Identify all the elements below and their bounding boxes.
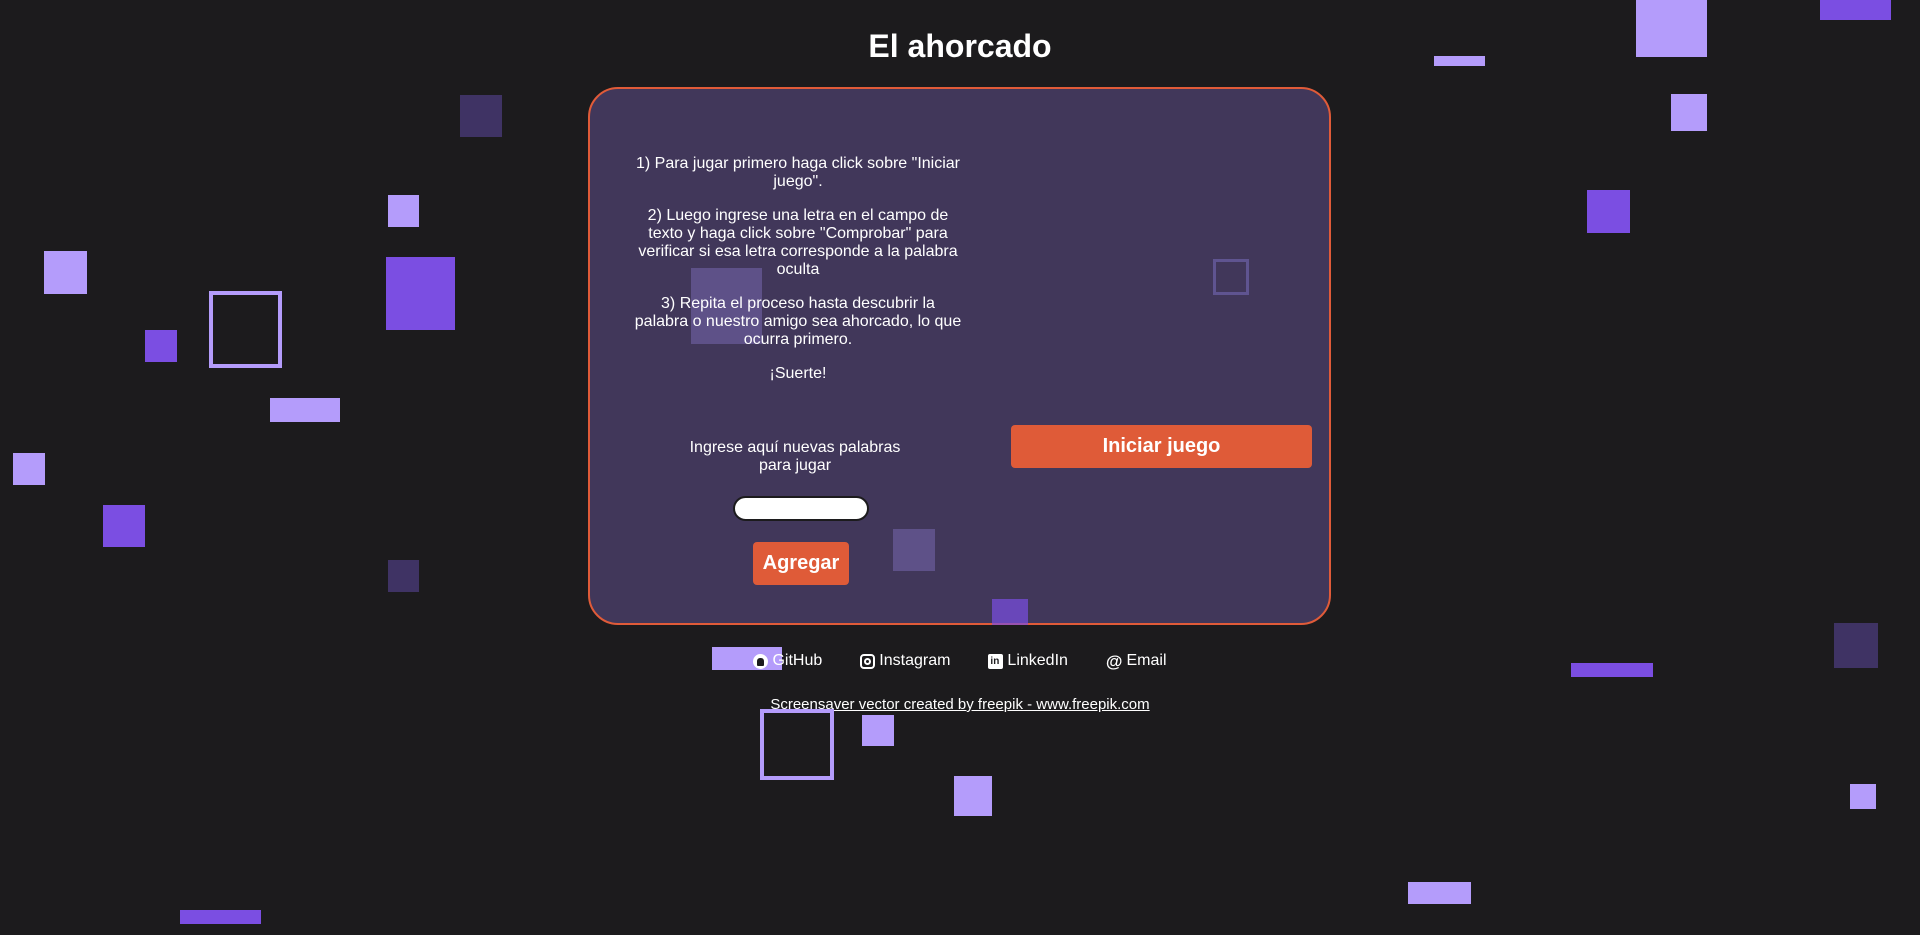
decorative-square bbox=[388, 560, 419, 592]
linkedin-label: LinkedIn bbox=[1007, 652, 1068, 669]
instruction-step-2: 2) Luego ingrese una letra en el campo d… bbox=[638, 207, 958, 278]
decorative-square bbox=[1587, 190, 1630, 233]
decorative-square bbox=[1820, 0, 1891, 20]
email-label: Email bbox=[1126, 652, 1167, 669]
decorative-square bbox=[103, 505, 145, 547]
decorative-square bbox=[460, 95, 502, 137]
add-word-label: Ingrese aquí nuevas palabras para jugar bbox=[689, 439, 901, 474]
add-word-button[interactable]: Agregar bbox=[753, 542, 849, 585]
game-card: 1) Para jugar primero haga click sobre "… bbox=[588, 87, 1331, 625]
decorative-square bbox=[1850, 784, 1876, 809]
decorative-square bbox=[992, 599, 1028, 625]
decorative-square bbox=[893, 529, 935, 571]
github-label: GitHub bbox=[772, 652, 823, 669]
linkedin-icon bbox=[988, 653, 1004, 669]
decorative-square bbox=[13, 453, 45, 485]
decorative-square bbox=[954, 776, 992, 816]
instruction-step-3: 3) Repita el proceso hasta descubrir la … bbox=[634, 295, 962, 348]
footer-credit: Screensaver vector created by freepik - … bbox=[0, 695, 1920, 715]
page-title: El ahorcado bbox=[868, 28, 1052, 64]
decorative-square bbox=[270, 398, 340, 422]
good-luck-text: ¡Suerte! bbox=[769, 365, 827, 382]
decorative-square bbox=[145, 330, 177, 362]
decorative-square-outline bbox=[209, 291, 282, 368]
at-icon: @ bbox=[1105, 651, 1123, 671]
decorative-square bbox=[386, 257, 455, 330]
new-word-input[interactable] bbox=[733, 496, 869, 521]
instructions: 1) Para jugar primero haga click sobre "… bbox=[633, 155, 963, 399]
instagram-link[interactable]: Instagram bbox=[860, 651, 950, 671]
decorative-square-outline bbox=[1213, 259, 1249, 295]
social-links: GitHub Instagram LinkedIn @ Email bbox=[0, 651, 1920, 671]
decorative-square bbox=[1408, 882, 1471, 904]
decorative-square bbox=[862, 715, 894, 746]
email-link[interactable]: @ Email bbox=[1106, 651, 1167, 671]
decorative-square bbox=[180, 910, 261, 924]
decorative-square bbox=[44, 251, 87, 294]
decorative-square bbox=[1671, 94, 1707, 131]
decorative-square-outline bbox=[760, 709, 834, 780]
start-game-button[interactable]: Iniciar juego bbox=[1011, 425, 1312, 468]
instagram-icon bbox=[860, 653, 876, 669]
instruction-step-1: 1) Para jugar primero haga click sobre "… bbox=[635, 155, 961, 190]
github-icon bbox=[753, 653, 769, 669]
linkedin-link[interactable]: LinkedIn bbox=[988, 651, 1068, 671]
github-link[interactable]: GitHub bbox=[753, 651, 822, 671]
instagram-label: Instagram bbox=[879, 652, 951, 669]
decorative-square bbox=[388, 195, 419, 227]
